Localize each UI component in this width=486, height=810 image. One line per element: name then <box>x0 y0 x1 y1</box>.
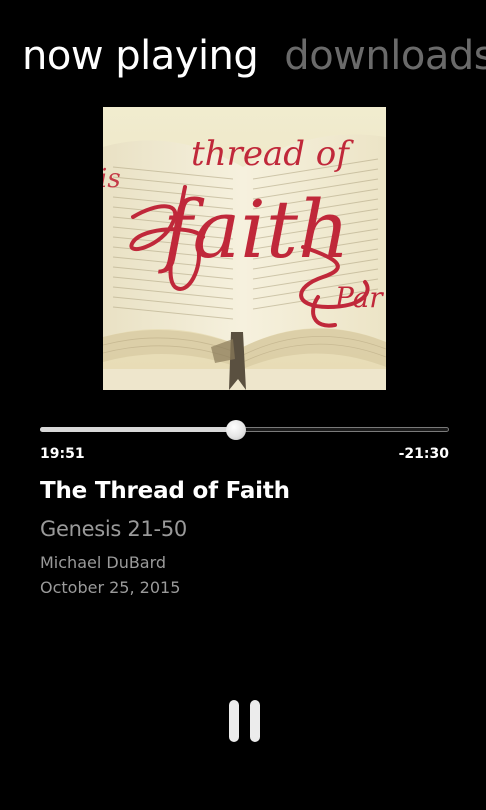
pivot-header: now playing downloads <box>22 28 486 88</box>
remaining-time: -21:30 <box>398 446 449 462</box>
tab-downloads[interactable]: downloads <box>284 28 486 84</box>
speaker-name: Michael DuBard <box>40 553 167 572</box>
tab-now-playing[interactable]: now playing <box>22 28 259 84</box>
svg-text:thread of: thread of <box>191 134 354 174</box>
pause-button[interactable] <box>226 700 264 742</box>
pause-icon <box>229 700 239 742</box>
album-art-image: thread of is faith Par <box>103 107 386 390</box>
track-date: October 25, 2015 <box>40 578 181 597</box>
album-art: thread of is faith Par <box>103 107 386 390</box>
elapsed-time: 19:51 <box>40 446 85 462</box>
svg-text:faith: faith <box>158 183 350 276</box>
track-title: The Thread of Faith <box>40 478 290 504</box>
pause-icon-bar <box>250 700 260 742</box>
seek-slider[interactable] <box>40 420 449 440</box>
svg-text:is: is <box>103 164 121 194</box>
seek-thumb[interactable] <box>226 420 247 440</box>
series-name: Genesis 21-50 <box>40 517 187 541</box>
svg-text:Par: Par <box>334 281 384 314</box>
seek-progress-fill <box>40 427 237 432</box>
